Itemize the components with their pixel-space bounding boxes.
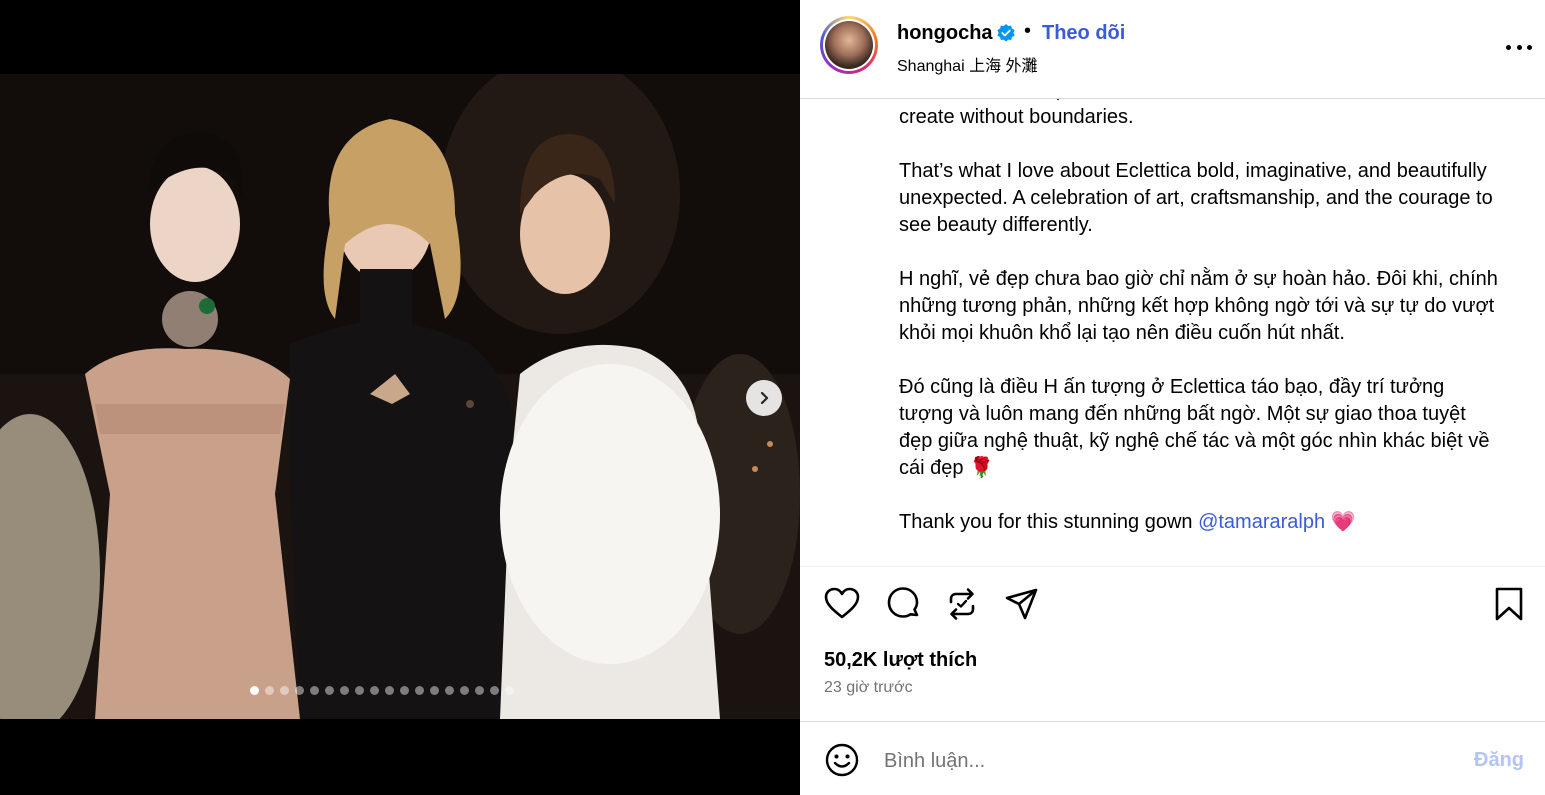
share-icon[interactable]: [1003, 585, 1041, 623]
caption-paragraph: That’s what I love about Eclettica bold,…: [899, 160, 1493, 236]
caption-scroll-area[interactable]: contrasts, in unexpected combinations, a…: [800, 99, 1545, 567]
carousel-dot: [400, 686, 409, 695]
post-caption: contrasts, in unexpected combinations, a…: [899, 99, 1499, 563]
carousel-dot: [370, 686, 379, 695]
post-timestamp[interactable]: 23 giờ trước: [824, 679, 913, 697]
caption-text: Thank you for this stunning gown: [899, 511, 1199, 533]
likes-count[interactable]: 50,2K lượt thích: [824, 649, 977, 672]
comment-bar: Đăng: [800, 721, 1545, 795]
caption-paragraph: H nghĩ, vẻ đẹp chưa bao giờ chỉ nằm ở sự…: [899, 268, 1498, 344]
carousel-dot: [460, 686, 469, 695]
media-panel: [0, 0, 800, 795]
carousel-dot: [295, 686, 304, 695]
avatar[interactable]: [820, 16, 878, 74]
heart-icon[interactable]: [823, 585, 861, 623]
post-actions: [800, 567, 1545, 642]
carousel-dot: [325, 686, 334, 695]
carousel-dot: [310, 686, 319, 695]
carousel-dot: [385, 686, 394, 695]
carousel-dot: [430, 686, 439, 695]
caption-paragraph: contrasts, in unexpected combinations, a…: [899, 99, 1439, 128]
carousel-dot: [445, 686, 454, 695]
comment-input[interactable]: [884, 746, 1444, 776]
bookmark-icon[interactable]: [1490, 585, 1528, 623]
chevron-right-icon: [760, 391, 769, 405]
username-link[interactable]: hongocha: [897, 22, 993, 45]
carousel-dot: [250, 686, 259, 695]
carousel-dot: [280, 686, 289, 695]
carousel-dot: [475, 686, 484, 695]
caption-paragraph: Đó cũng là điều H ấn tượng ở Eclettica t…: [899, 376, 1490, 479]
post-photo[interactable]: [0, 74, 800, 719]
comment-icon[interactable]: [884, 585, 922, 623]
photo-illustration: [0, 74, 800, 719]
smile-icon[interactable]: [824, 742, 860, 778]
heart-emoji: 💗: [1330, 511, 1356, 533]
mention-link[interactable]: @tamararalph: [1198, 511, 1325, 533]
follow-button[interactable]: Theo dõi: [1042, 22, 1125, 45]
post-comment-button[interactable]: Đăng: [1474, 749, 1524, 772]
carousel-indicators: [250, 686, 514, 695]
carousel-dot: [505, 686, 514, 695]
verified-badge-icon: [997, 24, 1015, 42]
post-header: hongocha • Theo dõi Shanghai 上海 外灘: [800, 0, 1545, 99]
next-slide-button[interactable]: [746, 380, 782, 416]
repost-icon[interactable]: [943, 585, 981, 623]
instagram-post-viewer: hongocha • Theo dõi Shanghai 上海 外灘 contr…: [0, 0, 1545, 795]
caption-paragraph: Thank you for this stunning gown @tamara…: [899, 509, 1499, 536]
carousel-dot: [355, 686, 364, 695]
carousel-dot: [265, 686, 274, 695]
more-options-button[interactable]: [1506, 34, 1532, 60]
carousel-dot: [340, 686, 349, 695]
carousel-dot: [490, 686, 499, 695]
carousel-dot: [415, 686, 424, 695]
separator-dot: •: [1024, 20, 1032, 42]
location-link[interactable]: Shanghai 上海 外灘: [897, 52, 1038, 76]
post-sidebar: hongocha • Theo dõi Shanghai 上海 外灘 contr…: [800, 0, 1545, 795]
more-horizontal-icon: [1506, 44, 1511, 50]
